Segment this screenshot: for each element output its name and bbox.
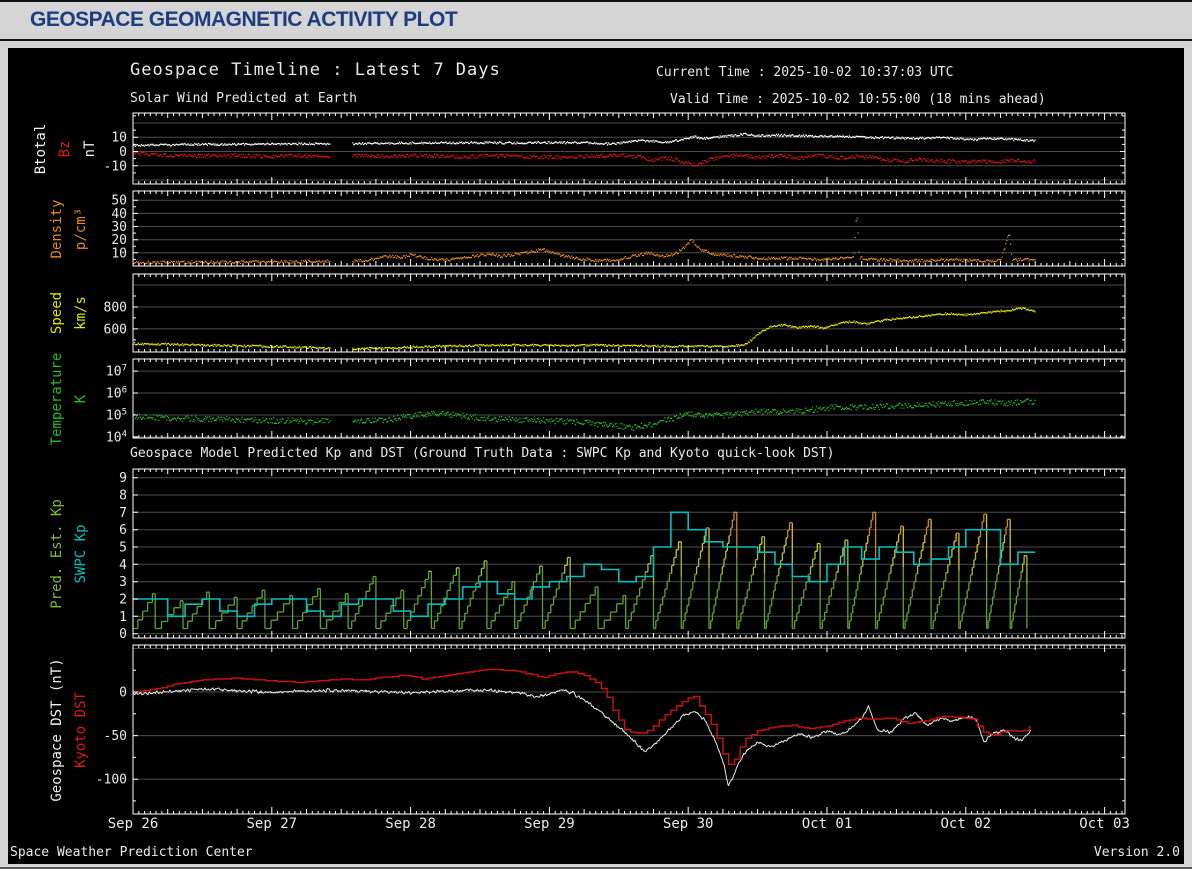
x-tick-label: Sep 28 (385, 816, 436, 832)
y-tick-label: 0 (119, 686, 127, 701)
x-tick-label: Oct 01 (801, 816, 853, 832)
x-tick-label: Sep 27 (246, 816, 298, 832)
y-tick-label: 5 (119, 541, 127, 556)
series-kyoto-dst (133, 668, 1031, 765)
valid-time: Valid Time : 2025-10-02 10:55:00 (18 min… (670, 92, 1046, 107)
current-time: Current Time : 2025-10-02 10:37:03 UTC (656, 65, 954, 80)
axis-label-temperature: Temperature (49, 352, 65, 445)
axis-label-kyoto-dst: Kyoto DST (73, 691, 89, 768)
plot-title: Geospace Timeline : Latest 7 Days (130, 60, 501, 80)
y-tick-label: 800 (104, 301, 127, 316)
axis-label-geospace-dst-nt-: Geospace DST (nT) (49, 657, 65, 802)
axis-label-pred-est-kp: Pred. Est. Kp (49, 498, 65, 609)
x-tick-label: Sep 29 (524, 816, 575, 832)
y-tick-label: 0 (119, 627, 127, 642)
panel-frames (132, 112, 1126, 815)
y-tick-label: -50 (104, 729, 127, 744)
y-tick-label: 9 (119, 471, 127, 486)
page: { "page": { "title": "GEOSPACE GEOMAGNET… (0, 0, 1192, 869)
y-tick-label: -100 (96, 773, 127, 788)
y-tick-label: 10 (111, 246, 127, 261)
axis-label-k: K (73, 394, 89, 403)
axis-label-bz: Bz (57, 140, 73, 157)
series-pred-est-kp (704, 511, 1011, 559)
plot-subtitle: Solar Wind Predicted at Earth (130, 91, 357, 106)
series-pred-est-kp (675, 514, 1011, 572)
axis-label-p-cm-: p/cm³ (73, 207, 89, 250)
y-tick-label: 2 (119, 593, 127, 608)
y-tick-label: -10 (104, 159, 127, 174)
axis-label-density: Density (49, 198, 65, 259)
y-tick-label: 1 (119, 610, 127, 625)
y-tick-label: 4 (119, 558, 127, 573)
page-title: GEOSPACE GEOMAGNETIC ACTIVITY PLOT (30, 8, 458, 31)
axis-label-km-s: km/s (73, 296, 89, 330)
kp-dst-section-title: Geospace Model Predicted Kp and DST (Gro… (130, 446, 835, 461)
series-bz (133, 151, 1036, 168)
x-tick-label: Sep 26 (107, 816, 159, 832)
y-tick-label: 105 (106, 408, 127, 424)
x-tick-label: Oct 03 (1079, 816, 1130, 832)
footer-source: Space Weather Prediction Center (10, 845, 253, 860)
y-tick-label: 107 (106, 364, 127, 380)
y-tick-label: 0 (119, 145, 127, 160)
series-density (133, 217, 1036, 265)
y-tick-label: 7 (119, 506, 127, 521)
series-geospace-dst (133, 687, 1032, 787)
x-tick-label: Oct 02 (940, 816, 992, 832)
y-tick-label: 6 (119, 523, 127, 538)
y-tick-label: 104 (106, 429, 127, 445)
header-divider (0, 39, 1192, 41)
series-pred-est-kp (133, 558, 1028, 630)
y-tick-label: 106 (106, 386, 127, 402)
axis-label-nt: nT (82, 140, 98, 157)
y-tick-label: 3 (119, 575, 127, 590)
axis-label-speed: Speed (49, 291, 65, 335)
footer-version: Version 2.0 (1093, 845, 1180, 860)
y-tick-label: 10 (111, 131, 127, 146)
axis-label-swpc-kp: SWPC Kp (73, 523, 89, 584)
axis-label-btotal: Btotal (33, 123, 49, 174)
page-header: GEOSPACE GEOMAGNETIC ACTIVITY PLOT (0, 2, 1192, 38)
series-btotal (133, 132, 1036, 147)
y-tick-label: 8 (119, 489, 127, 504)
axis-ticks (132, 113, 1125, 814)
y-tick-label: 600 (104, 322, 127, 337)
x-tick-label: Sep 30 (662, 816, 714, 832)
plot-container: 10 0 -10 50 40 30 20 10 800 600 107 106 105 104 9 8 7 6 5 4… (8, 48, 1184, 864)
